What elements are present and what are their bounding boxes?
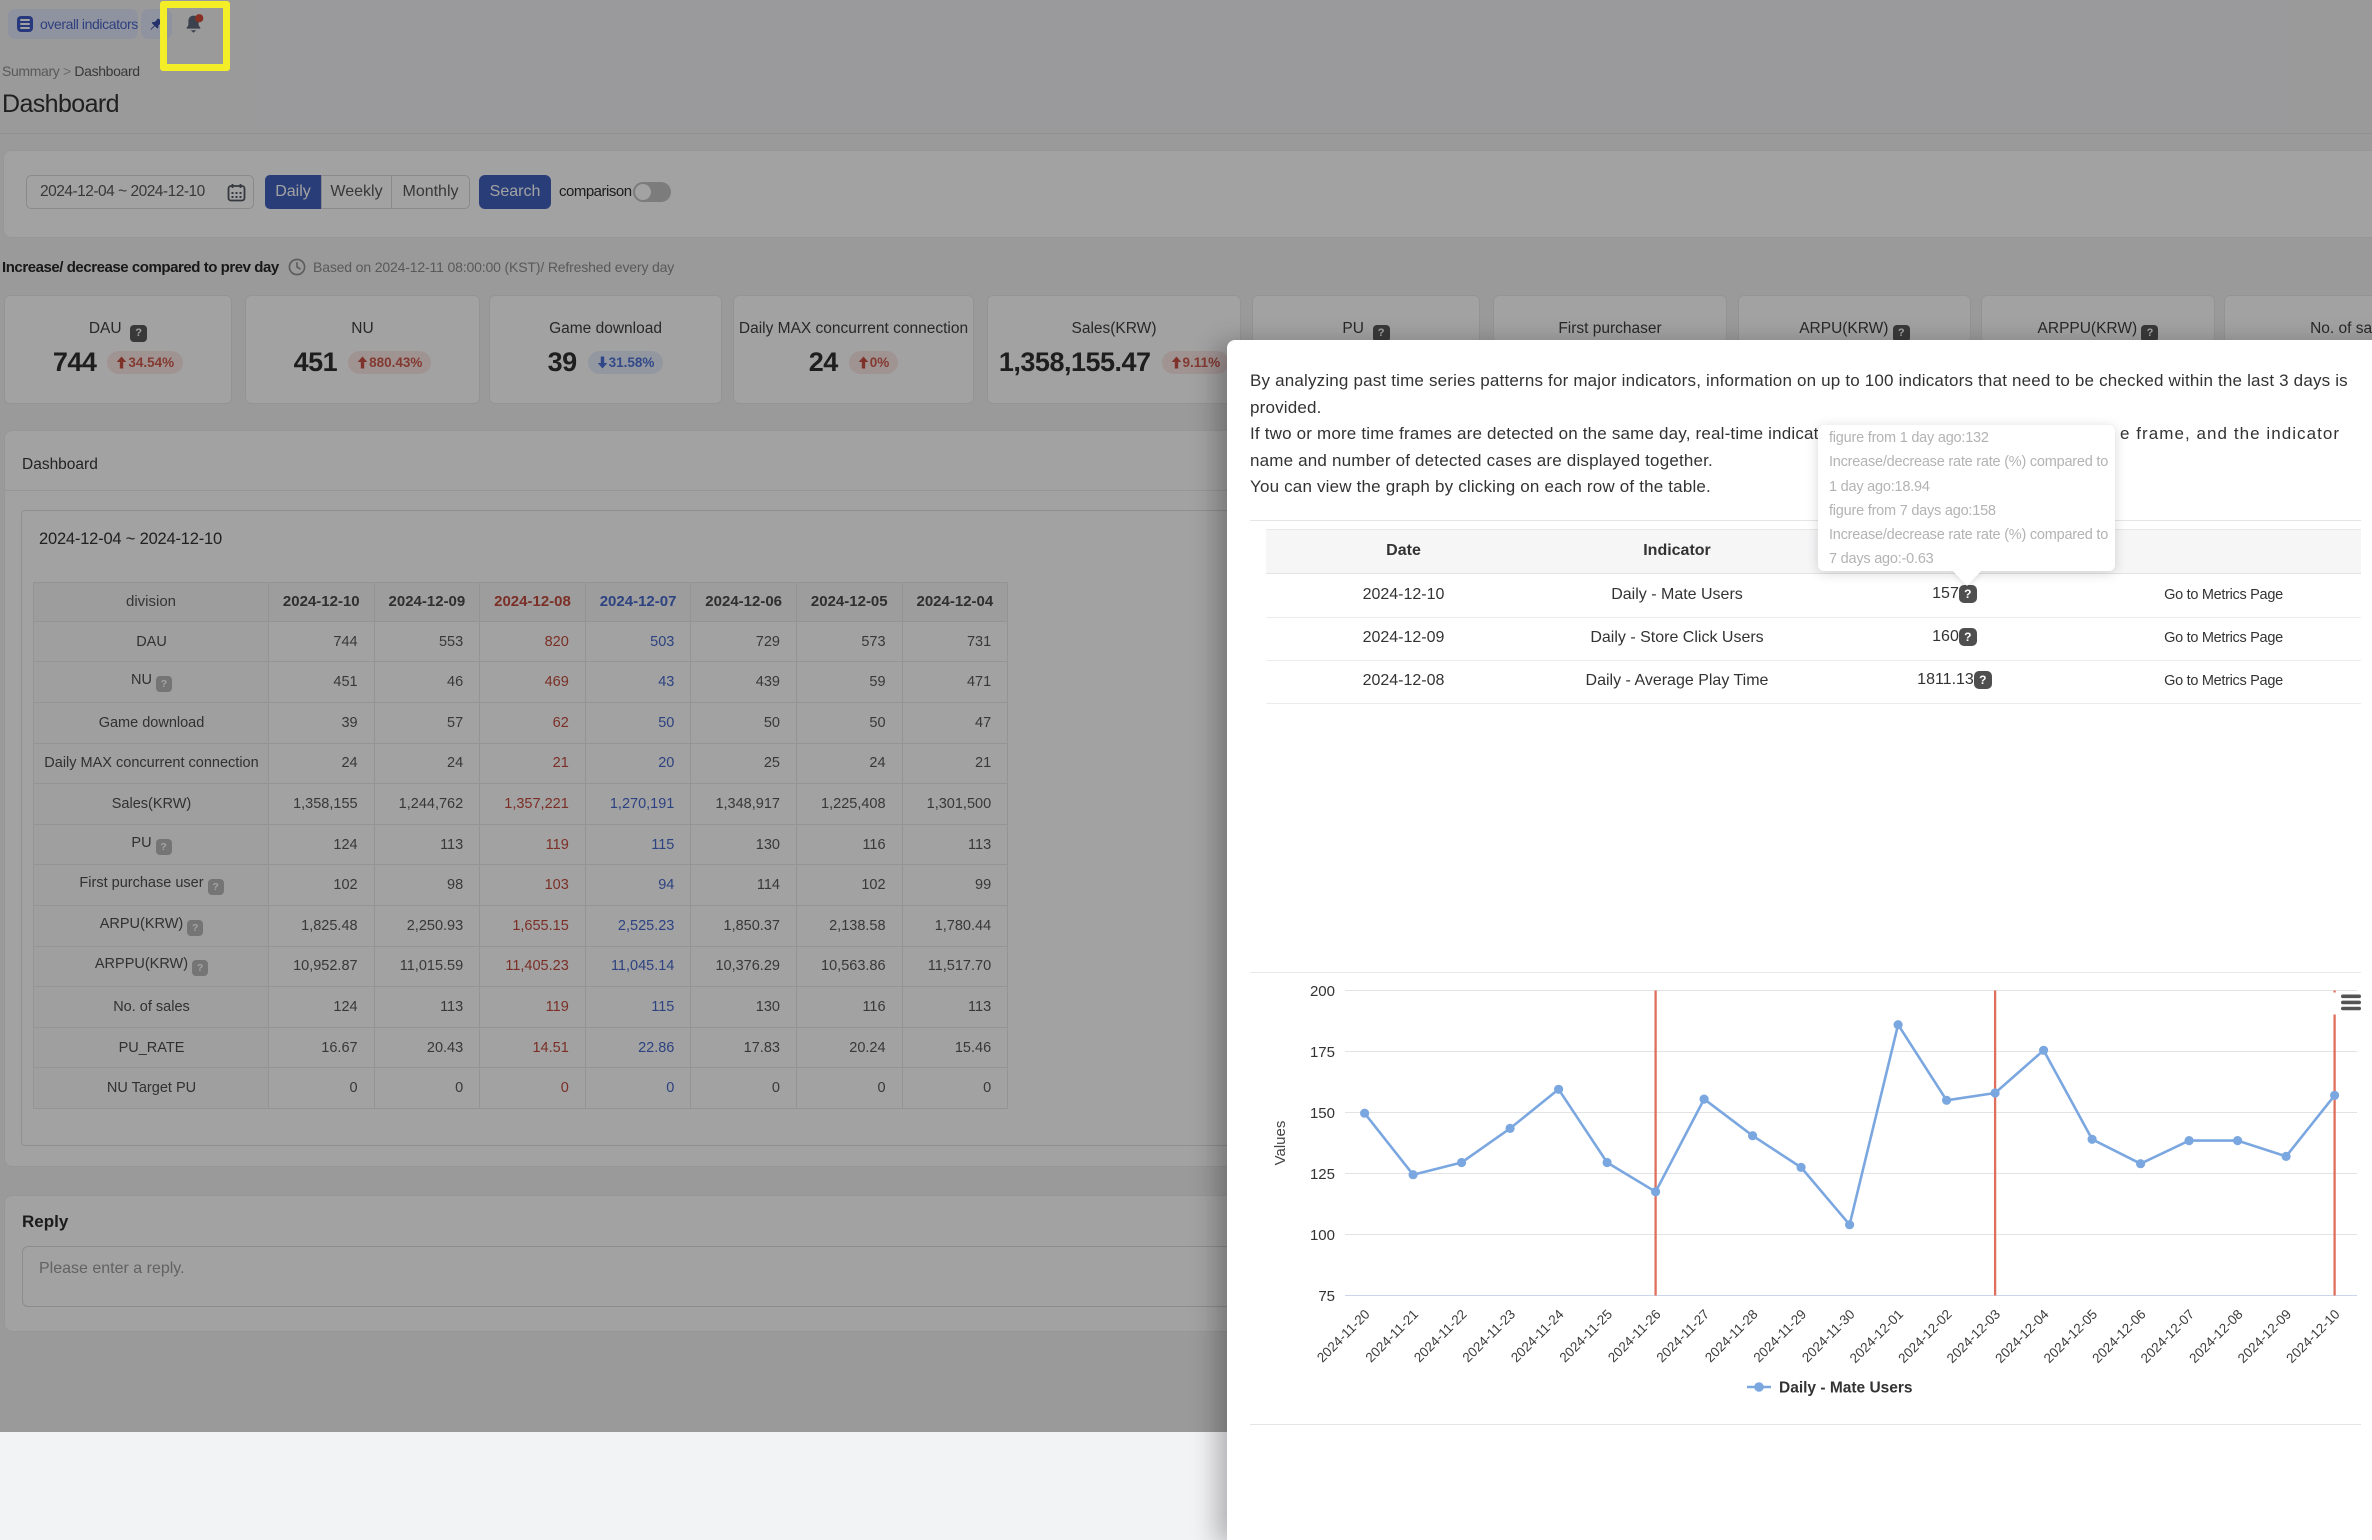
svg-text:75: 75 xyxy=(1318,1288,1335,1305)
svg-text:200: 200 xyxy=(1310,983,1335,1000)
svg-text:175: 175 xyxy=(1310,1044,1335,1061)
svg-text:150: 150 xyxy=(1310,1105,1335,1122)
svg-text:100: 100 xyxy=(1310,1227,1335,1244)
svg-text:Values: Values xyxy=(1272,1121,1289,1166)
svg-text:Daily - Mate Users: Daily - Mate Users xyxy=(1779,1380,1913,1397)
svg-text:125: 125 xyxy=(1310,1166,1335,1183)
